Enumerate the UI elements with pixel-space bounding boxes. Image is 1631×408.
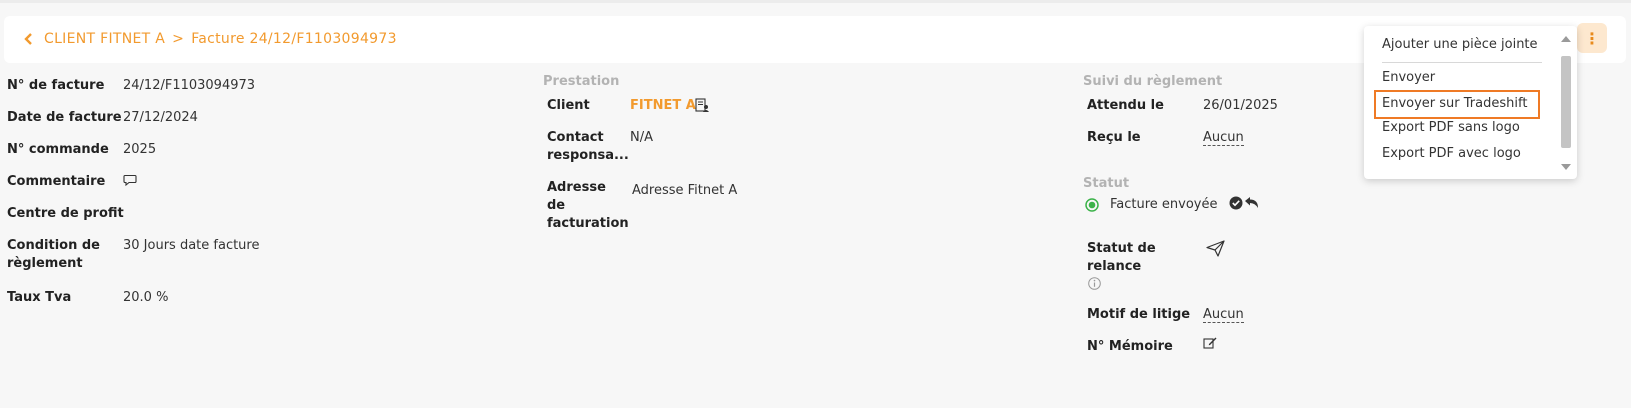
invoice-date-label: Date de facture bbox=[7, 110, 122, 125]
menu-scrollbar[interactable] bbox=[1559, 32, 1573, 172]
payment-tracking-title: Suivi du règlement bbox=[1083, 74, 1223, 89]
menu-item-send-tradeshift[interactable]: Envoyer sur Tradeshift bbox=[1374, 90, 1540, 119]
undo-icon[interactable] bbox=[1244, 196, 1260, 215]
contact-value: N/A bbox=[630, 130, 653, 145]
order-number-value: 2025 bbox=[123, 142, 157, 157]
prestation-title: Prestation bbox=[543, 74, 620, 89]
invoice-number-value: 24/12/F1103094973 bbox=[123, 78, 256, 93]
breadcrumb-invoice: Facture 24/12/F1103094973 bbox=[191, 31, 397, 47]
check-circle-icon[interactable] bbox=[1229, 196, 1243, 214]
breadcrumb: CLIENT FITNET A > Facture 24/12/F1103094… bbox=[24, 30, 397, 48]
back-arrow-icon[interactable] bbox=[24, 30, 44, 48]
expected-date-value: 26/01/2025 bbox=[1203, 98, 1278, 113]
reminder-status-label: Statut de relance bbox=[1087, 241, 1156, 274]
invoice-date-value: 27/12/2024 bbox=[123, 110, 198, 125]
vat-rate-label: Taux Tva bbox=[7, 290, 72, 305]
received-date-value[interactable]: Aucun bbox=[1203, 130, 1244, 146]
received-date-label: Reçu le bbox=[1087, 130, 1141, 145]
status-dot-icon bbox=[1085, 198, 1099, 216]
invoice-number-label: N° de facture bbox=[7, 78, 105, 93]
breadcrumb-client[interactable]: CLIENT FITNET A bbox=[44, 31, 165, 47]
expected-date-label: Attendu le bbox=[1087, 98, 1164, 113]
actions-menu: Ajouter une pièce jointe Envoyer Envoyer… bbox=[1364, 26, 1577, 179]
dispute-reason-label: Motif de litige bbox=[1087, 307, 1191, 322]
more-vertical-icon: ⋮ bbox=[1584, 28, 1600, 48]
client-card-icon[interactable] bbox=[695, 98, 710, 117]
menu-item-export-pdf-logo[interactable]: Export PDF avec logo bbox=[1382, 146, 1521, 161]
menu-item-export-pdf-no-logo[interactable]: Export PDF sans logo bbox=[1382, 120, 1520, 135]
payment-condition-label: Condition de règlement bbox=[7, 238, 100, 271]
edit-icon[interactable] bbox=[1203, 336, 1217, 354]
send-plane-icon[interactable] bbox=[1206, 240, 1225, 261]
status-title: Statut bbox=[1083, 176, 1130, 191]
memoire-number-label: N° Mémoire bbox=[1087, 339, 1173, 354]
comment-bubble-icon[interactable] bbox=[123, 174, 137, 191]
profit-center-label: Centre de profit bbox=[7, 206, 124, 221]
vat-rate-value: 20.0 % bbox=[123, 290, 169, 305]
menu-item-add-attachment[interactable]: Ajouter une pièce jointe bbox=[1382, 37, 1538, 52]
contact-label: Contact responsa... bbox=[547, 130, 629, 163]
billing-address-label: Adresse de facturation bbox=[547, 180, 629, 231]
order-number-label: N° commande bbox=[7, 142, 109, 157]
client-label: Client bbox=[547, 98, 590, 113]
dispute-reason-value[interactable]: Aucun bbox=[1203, 307, 1244, 323]
comment-label: Commentaire bbox=[7, 174, 106, 189]
breadcrumb-separator: > bbox=[172, 31, 185, 47]
scroll-down-icon[interactable] bbox=[1560, 160, 1572, 175]
billing-address-value: Adresse Fitnet A bbox=[632, 183, 738, 198]
client-link[interactable]: FITNET A bbox=[630, 97, 696, 115]
info-icon[interactable] bbox=[1088, 277, 1101, 294]
top-rule bbox=[0, 0, 1631, 3]
scroll-thumb[interactable] bbox=[1561, 56, 1571, 148]
more-actions-button[interactable]: ⋮ bbox=[1577, 23, 1607, 53]
scroll-up-icon[interactable] bbox=[1560, 32, 1572, 47]
payment-condition-value: 30 Jours date facture bbox=[123, 238, 260, 253]
menu-item-send[interactable]: Envoyer bbox=[1382, 70, 1435, 85]
status-value: Facture envoyée bbox=[1110, 197, 1218, 212]
menu-divider bbox=[1382, 62, 1542, 63]
